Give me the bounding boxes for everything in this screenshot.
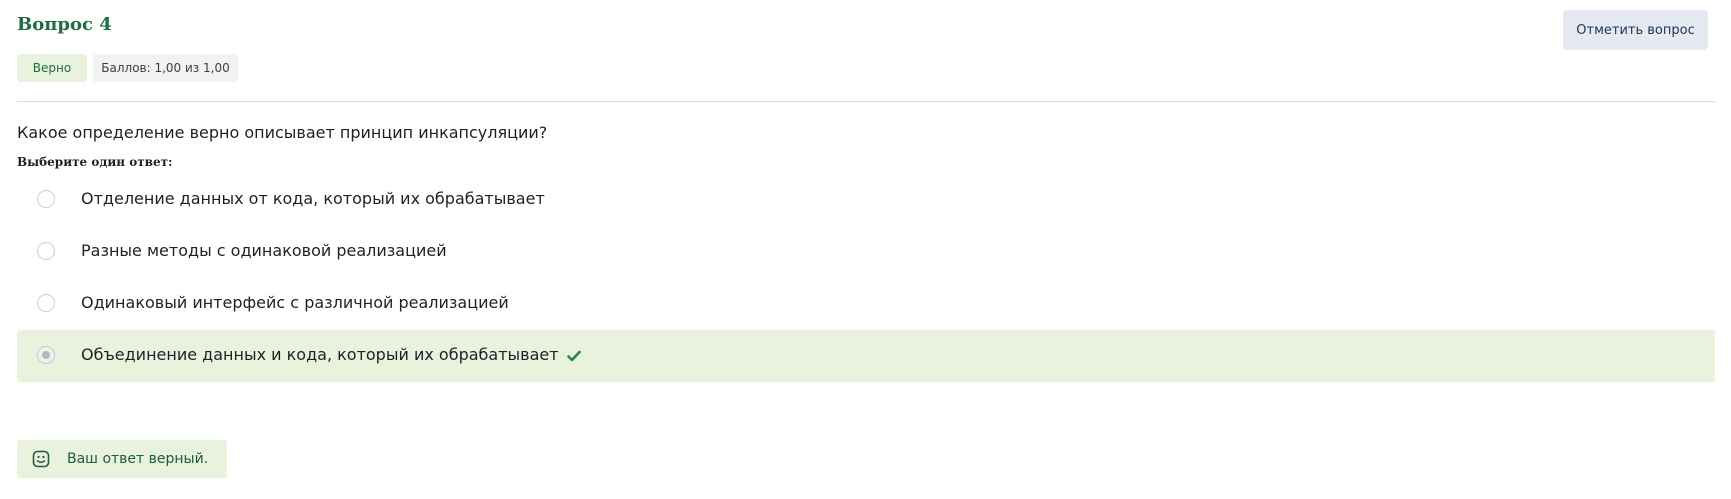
answer-radio[interactable] <box>37 294 55 312</box>
answer-option-3[interactable]: Одинаковый интерфейс с различной реализа… <box>17 278 1715 330</box>
question-title: Вопрос 4 <box>17 14 112 35</box>
answer-label-text: Объединение данных и кода, который их об… <box>81 345 559 364</box>
answer-label: Отделение данных от кода, который их обр… <box>81 189 545 208</box>
answer-radio[interactable] <box>37 242 55 260</box>
status-badge: Верно <box>17 54 87 82</box>
feedback-box: Ваш ответ верный. <box>17 440 227 478</box>
answer-radio[interactable] <box>37 190 55 208</box>
answer-option-4[interactable]: Объединение данных и кода, который их об… <box>17 330 1715 382</box>
answer-radio-selected[interactable] <box>37 346 55 364</box>
feedback-text: Ваш ответ верный. <box>67 451 209 467</box>
score-badge: Баллов: 1,00 из 1,00 <box>93 54 238 82</box>
question-text: Какое определение верно описывает принци… <box>17 123 548 142</box>
answer-option-1[interactable]: Отделение данных от кода, который их обр… <box>17 174 1715 226</box>
answer-prompt: Выберите один ответ: <box>17 155 173 169</box>
divider <box>17 101 1715 102</box>
answer-label: Одинаковый интерфейс с различной реализа… <box>81 293 509 312</box>
answer-label-with-mark: Объединение данных и кода, который их об… <box>81 344 581 366</box>
answer-label: Разные методы с одинаковой реализацией <box>81 241 447 260</box>
flag-question-button[interactable]: Отметить вопрос <box>1563 10 1708 50</box>
smile-icon <box>32 450 50 468</box>
answer-option-2[interactable]: Разные методы с одинаковой реализацией <box>17 226 1715 278</box>
check-icon <box>566 350 581 362</box>
